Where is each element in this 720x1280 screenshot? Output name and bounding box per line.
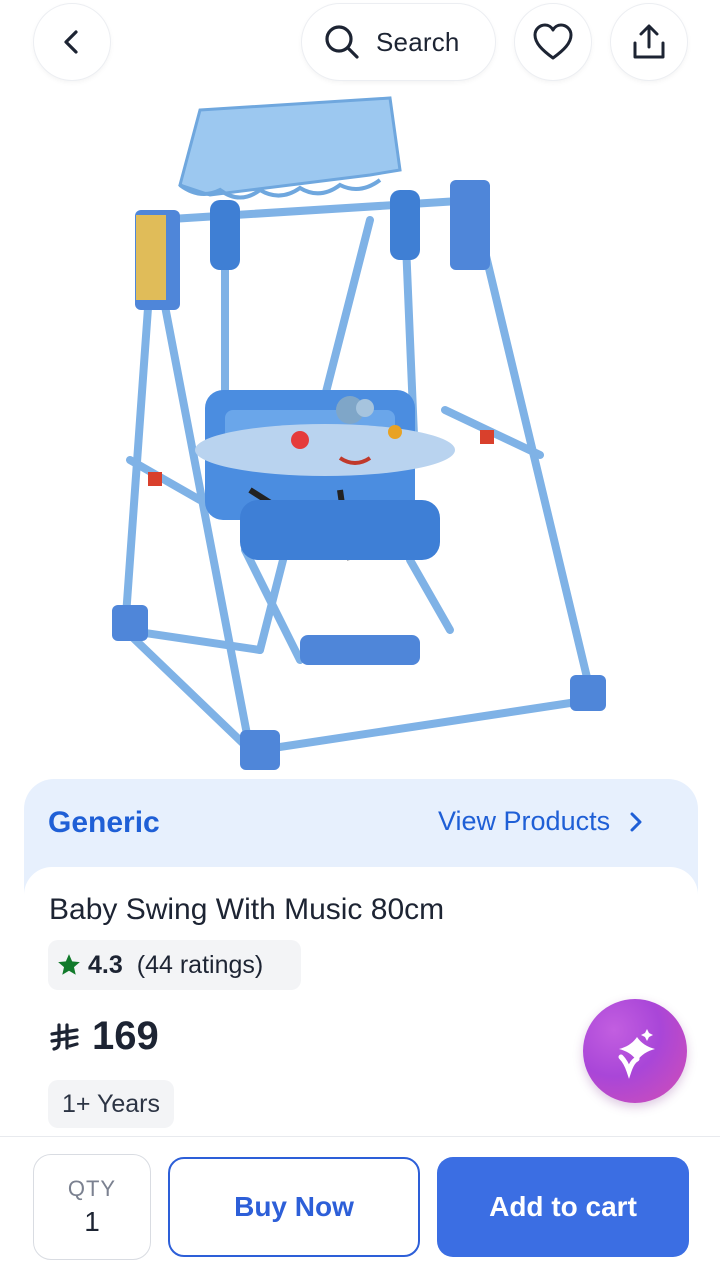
saudi-riyal-icon — [50, 1022, 79, 1051]
rating-value: 4.3 — [88, 950, 123, 979]
search-button[interactable]: Search — [302, 4, 495, 80]
share-button[interactable] — [611, 4, 687, 80]
brand-name[interactable]: Generic — [48, 806, 160, 840]
price-amount: 169 — [92, 1014, 159, 1058]
view-products-link[interactable]: View Products — [438, 806, 644, 837]
add-to-cart-button[interactable]: Add to cart — [437, 1157, 689, 1257]
back-button[interactable] — [34, 4, 110, 80]
product-image[interactable] — [0, 0, 720, 800]
star-icon — [58, 954, 80, 975]
ai-sparkle-icon — [618, 1029, 655, 1079]
favorite-button[interactable] — [515, 4, 591, 80]
ai-assistant-button[interactable] — [583, 999, 687, 1103]
quantity-selector[interactable]: QTY 1 — [33, 1154, 151, 1260]
buy-now-button[interactable]: Buy Now — [168, 1157, 420, 1257]
qty-label: QTY — [67, 1176, 117, 1201]
heart-icon — [533, 23, 573, 60]
share-icon — [633, 24, 665, 59]
search-label: Search — [376, 26, 460, 57]
view-products-label: View Products — [438, 806, 611, 836]
rating-chip[interactable]: 4.3 (44 ratings) — [48, 940, 301, 990]
price: 169 — [50, 1014, 159, 1059]
age-chip[interactable]: 1+ Years — [48, 1080, 174, 1128]
baby-swing-image — [112, 96, 606, 770]
ratings-count: (44 ratings) — [136, 950, 264, 979]
product-title: Baby Swing With Music 80cm — [49, 893, 445, 926]
chevron-right-icon — [630, 812, 642, 831]
search-icon — [325, 25, 359, 59]
qty-value: 1 — [84, 1206, 100, 1237]
chevron-left-icon — [64, 30, 78, 54]
